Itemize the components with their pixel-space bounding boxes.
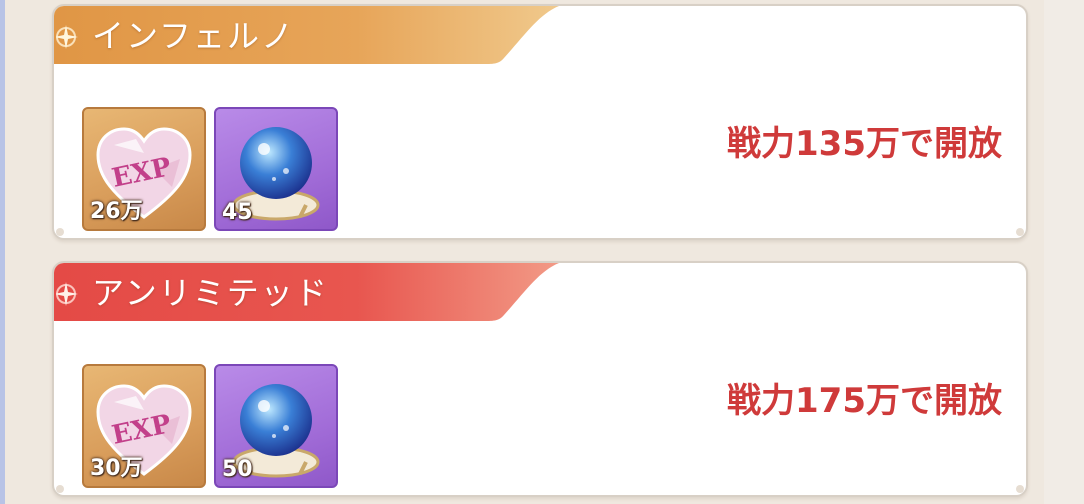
mode-title: アンリミテッド xyxy=(92,274,329,312)
corner-ornament xyxy=(56,485,64,493)
reward-exp-item[interactable]: EXP 26万 xyxy=(82,107,206,231)
sparkle-star-icon xyxy=(56,22,86,52)
mode-card-unlimited[interactable]: アンリミテッド EXP 30万 50 戦力175万で開放 xyxy=(52,261,1028,497)
unlock-requirement: 戦力135万で開放 xyxy=(727,124,1002,164)
corner-ornament xyxy=(56,228,64,236)
reward-orb-item[interactable]: 50 xyxy=(214,364,338,488)
mode-card-inferno[interactable]: インフェルノ EXP 26万 45 戦力135万で開放 xyxy=(52,4,1028,240)
reward-exp-item[interactable]: EXP 30万 xyxy=(82,364,206,488)
reward-quantity: 30万 xyxy=(90,456,143,481)
sparkle-star-icon xyxy=(56,279,86,309)
corner-ornament xyxy=(1016,228,1024,236)
left-edge xyxy=(0,0,5,504)
corner-ornament xyxy=(1016,485,1024,493)
mode-banner-unlimited: アンリミテッド xyxy=(54,263,574,323)
reward-quantity: 50 xyxy=(222,457,253,482)
unlock-requirement: 戦力175万で開放 xyxy=(727,381,1002,421)
scroll-gutter xyxy=(1044,0,1084,504)
mode-banner-inferno: インフェルノ xyxy=(54,6,574,66)
mode-title: インフェルノ xyxy=(92,17,296,55)
reward-quantity: 26万 xyxy=(90,199,143,224)
reward-orb-item[interactable]: 45 xyxy=(214,107,338,231)
reward-quantity: 45 xyxy=(222,200,253,225)
